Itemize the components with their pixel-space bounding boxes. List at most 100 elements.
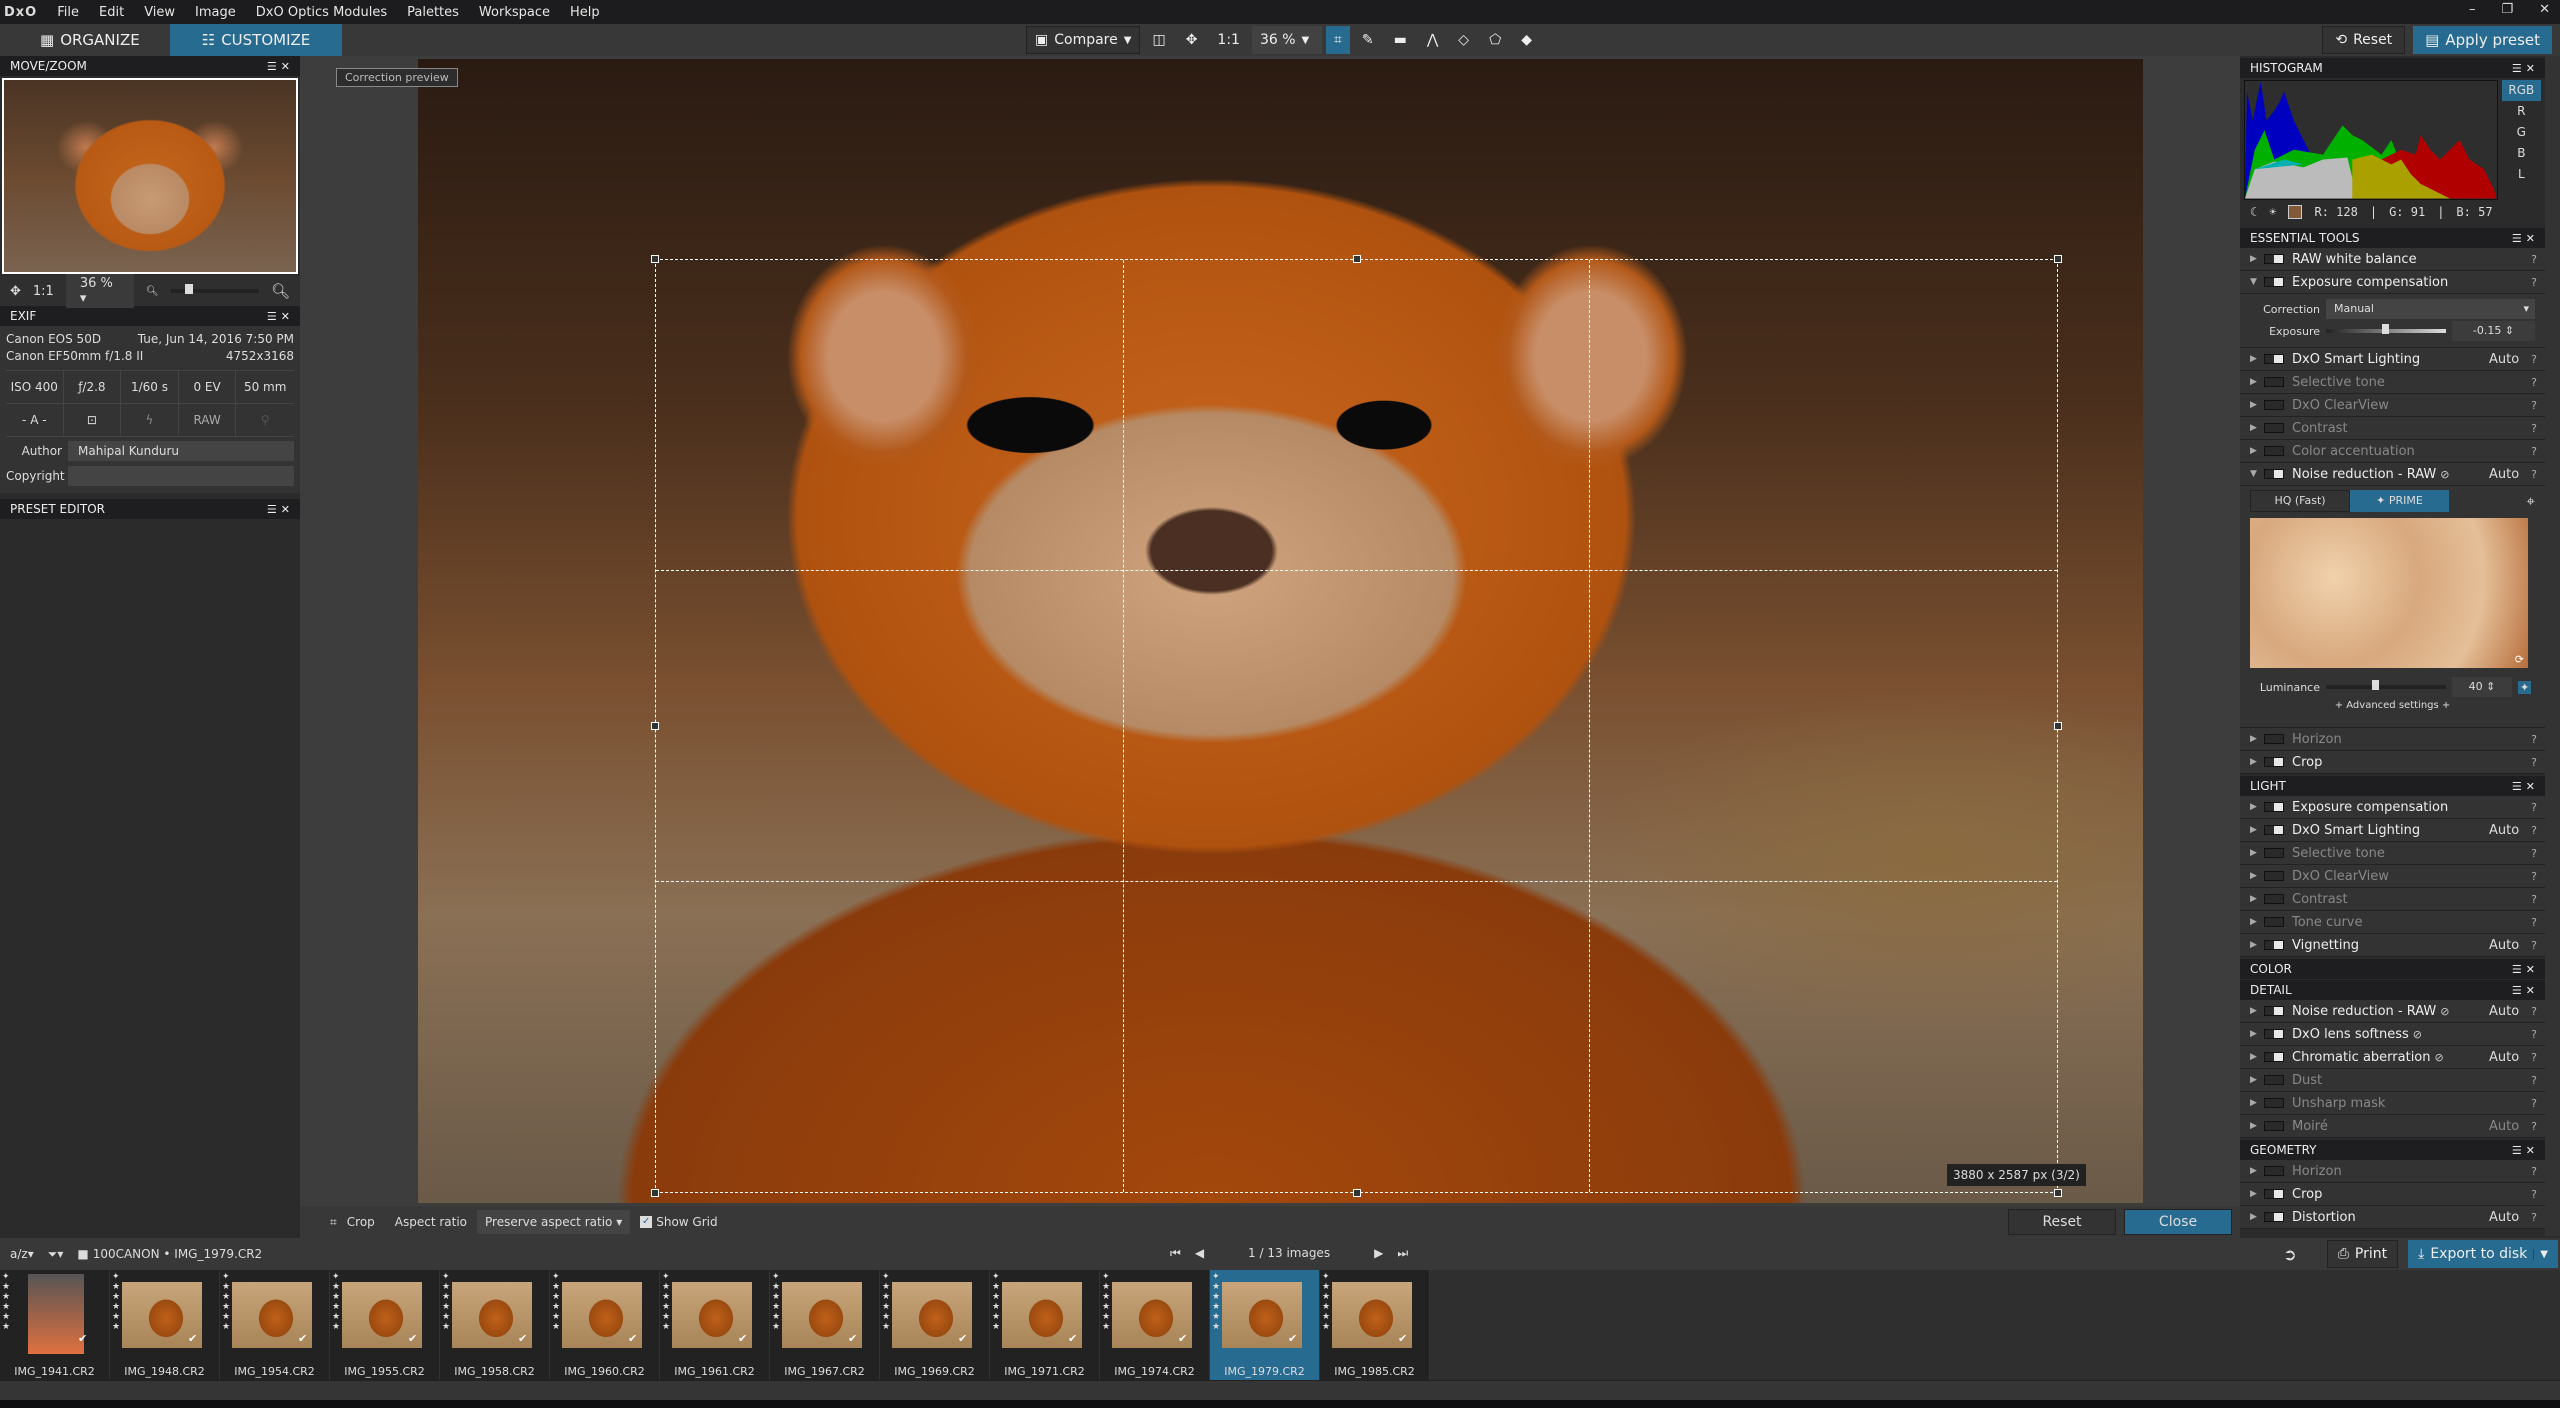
collapsed-arrow-icon[interactable]: ▶ [2250,1166,2264,1176]
crop-handle[interactable] [651,1189,659,1197]
auto-wand-icon[interactable]: ✦ [2518,680,2532,694]
crop-handle[interactable] [2054,255,2062,263]
image-viewer[interactable]: Correction preview 3880 x 2587 px (3/2) [300,56,2240,1206]
tool-row-crop[interactable]: ▶ Crop? [2240,1183,2545,1206]
help-icon[interactable]: ? [2531,1051,2537,1064]
help-icon[interactable]: ? [2531,939,2537,952]
refresh-icon[interactable]: ⟳ [2515,653,2524,666]
help-icon[interactable]: ? [2531,756,2537,769]
palette-menu-icon[interactable]: ☰✕ [2512,232,2539,245]
perspective-4pt-button[interactable]: ◇ [1450,26,1477,54]
collapsed-arrow-icon[interactable]: ▶ [2250,825,2264,835]
menu-view[interactable]: View [134,5,185,20]
palette-menu-icon[interactable]: ☰✕ [2512,984,2539,997]
tool-row-horizon[interactable]: ▶ Horizon? [2240,1160,2545,1183]
crop-handle[interactable] [1352,255,1361,263]
tag-icon[interactable]: ✦ ★ ★ ★ ★ ★ [332,1272,340,1332]
tool-row-selective-tone[interactable]: ▶ Selective tone? [2240,842,2545,865]
tag-icon[interactable]: ✦ ★ ★ ★ ★ ★ [882,1272,890,1332]
tag-icon[interactable]: ✦ ★ ★ ★ ★ ★ [1102,1272,1110,1332]
tool-row-dust[interactable]: ▶ Dust? [2240,1069,2545,1092]
filter-icon[interactable]: ⏷▾ [48,1247,64,1262]
advanced-settings-link[interactable]: + Advanced settings + [2250,700,2535,711]
collapsed-arrow-icon[interactable]: ▶ [2250,1006,2264,1016]
tag-icon[interactable]: ✦ ★ ★ ★ ★ ★ [2,1272,10,1332]
filmstrip-thumbnail[interactable]: ✦ ★ ★ ★ ★ ★ ✔ IMG_1971.CR2 [990,1270,1100,1380]
zoom-select[interactable]: 36 % ▼ [1251,26,1322,54]
crop-handle[interactable] [2054,1189,2062,1197]
palette-menu-icon[interactable]: ☰✕ [2512,780,2539,793]
next-image-button[interactable]: ▶ [1374,1246,1383,1261]
sort-icon[interactable]: a/z▾ [10,1247,34,1261]
crop-tool-button[interactable]: ⌗ [1325,26,1350,54]
aspect-ratio-select[interactable]: Preserve aspect ratio ▾ [477,1210,631,1234]
help-icon[interactable]: ? [2531,253,2537,266]
palette-menu-icon[interactable]: ☰✕ [2512,62,2539,75]
palette-menu-icon[interactable]: ☰✕ [2512,963,2539,976]
help-icon[interactable]: ? [2531,1028,2537,1041]
help-icon[interactable]: ? [2531,824,2537,837]
tool-row-contrast[interactable]: ▶ Contrast? [2240,888,2545,911]
collapsed-arrow-icon[interactable]: ▶ [2250,802,2264,812]
tool-toggle[interactable] [2264,757,2284,767]
crop-handle[interactable] [1352,1189,1361,1197]
tool-row-selective-tone[interactable]: ▶ Selective tone? [2240,371,2545,394]
main-photo[interactable] [418,59,2143,1203]
tool-toggle[interactable] [2264,446,2284,456]
tag-icon[interactable]: ✦ ★ ★ ★ ★ ★ [442,1272,450,1332]
help-icon[interactable]: ? [2531,1005,2537,1018]
tool-row-exposure-compensation[interactable]: ▶ Exposure compensation? [2240,796,2545,819]
side-by-side-button[interactable]: ◫ [1144,26,1173,54]
crop-reset-button[interactable]: Reset [2008,1209,2116,1235]
exposure-slider[interactable] [2326,324,2446,334]
help-icon[interactable]: ? [2531,1188,2537,1201]
target-icon[interactable]: ⌖ [2527,492,2535,510]
palette-menu-icon[interactable]: ☰✕ [267,503,294,516]
channel-rgb[interactable]: RGB [2501,80,2541,101]
filmstrip-thumbnail[interactable]: ✦ ★ ★ ★ ★ ★ ✔ IMG_1969.CR2 [880,1270,990,1380]
tool-row-dxo-clearview[interactable]: ▶ DxO ClearView? [2240,394,2545,417]
tool-row-horizon[interactable]: ▶ Horizon? [2240,728,2545,751]
collapsed-arrow-icon[interactable]: ▶ [2250,446,2264,456]
filmstrip-thumbnail[interactable]: ✦ ★ ★ ★ ★ ★ ✔ IMG_1954.CR2 [220,1270,330,1380]
tool-row-chromatic-aberration[interactable]: ▶ Chromatic aberration ⊘ Auto? [2240,1046,2545,1069]
tool-toggle[interactable] [2264,1121,2284,1131]
collapsed-arrow-icon[interactable]: ▶ [2250,1121,2264,1131]
tool-row-moir-[interactable]: ▶ Moiré Auto? [2240,1115,2545,1138]
first-image-button[interactable]: ⏮ [1170,1246,1181,1261]
crop-handle[interactable] [651,722,659,730]
filmstrip-thumbnail[interactable]: ✦ ★ ★ ★ ★ ★ ✔ IMG_1941.CR2 [0,1270,110,1380]
restore-button[interactable]: ❐ [2501,2,2513,17]
tag-icon[interactable]: ✦ ★ ★ ★ ★ ★ [552,1272,560,1332]
close-window-button[interactable]: ✕ [2539,2,2550,17]
copyright-field[interactable] [68,466,294,486]
one-to-one-button[interactable]: 1:1 [1209,26,1248,54]
tag-icon[interactable]: ✦ ★ ★ ★ ★ ★ [1322,1272,1330,1332]
tool-row-dxo-lens-softness[interactable]: ▶ DxO lens softness ⊘? [2240,1023,2545,1046]
move-icon[interactable]: ✥ [10,284,21,299]
filmstrip-thumbnail[interactable]: ✦ ★ ★ ★ ★ ★ ✔ IMG_1979.CR2 [1210,1270,1320,1380]
tool-toggle[interactable] [2264,871,2284,881]
apply-preset-button[interactable]: ▤ Apply preset [2413,26,2552,54]
menu-image[interactable]: Image [185,5,246,20]
correction-select[interactable]: Manual ▾ [2326,299,2535,319]
navigator-thumbnail[interactable] [2,78,298,274]
tag-icon[interactable]: ✦ ★ ★ ★ ★ ★ [662,1272,670,1332]
help-icon[interactable]: ? [2531,1120,2537,1133]
tool-toggle[interactable] [2264,469,2284,479]
collapsed-arrow-icon[interactable]: ▶ [2250,423,2264,433]
reset-button[interactable]: ⟲ Reset [2322,26,2406,54]
tool-row-dxo-clearview[interactable]: ▶ DxO ClearView? [2240,865,2545,888]
menu-edit[interactable]: Edit [89,5,134,20]
collapsed-arrow-icon[interactable]: ▶ [2250,377,2264,387]
tool-toggle[interactable] [2264,277,2284,287]
help-icon[interactable]: ? [2531,893,2537,906]
collapsed-arrow-icon[interactable]: ▶ [2250,354,2264,364]
collapsed-arrow-icon[interactable]: ▶ [2250,1212,2264,1222]
tab-organize[interactable]: ▦ ORGANIZE [0,24,170,56]
tool-toggle[interactable] [2264,940,2284,950]
help-icon[interactable]: ? [2531,870,2537,883]
perspective-tool-button[interactable]: ⋀ [1419,26,1446,54]
hq-mode-button[interactable]: HQ (Fast) [2250,490,2350,512]
help-icon[interactable]: ? [2531,733,2537,746]
